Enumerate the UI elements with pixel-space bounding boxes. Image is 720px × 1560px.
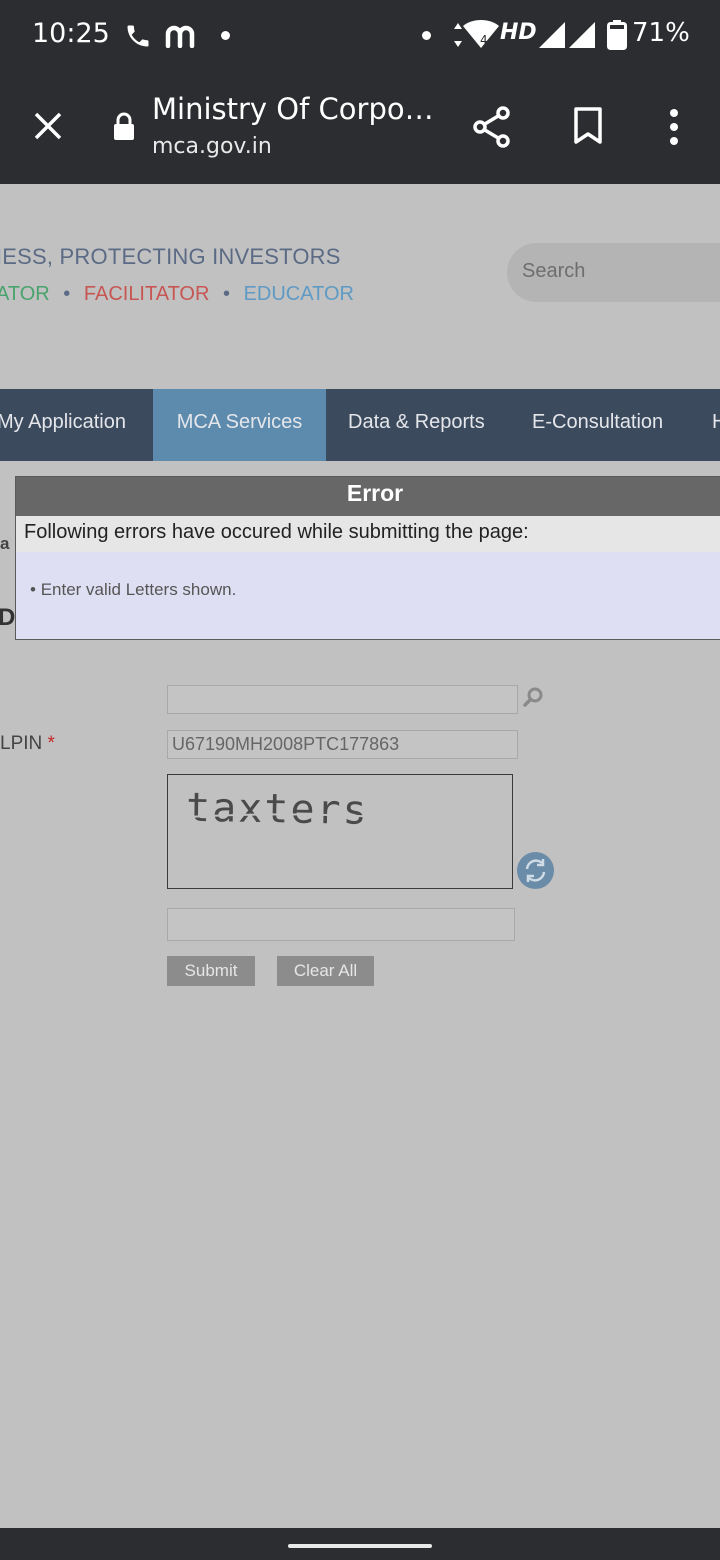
signal-icon <box>539 22 565 48</box>
llpin-input[interactable]: U67190MH2008PTC177863 <box>167 730 518 759</box>
nav-my-application[interactable]: My Application <box>0 389 148 461</box>
refresh-captcha-icon[interactable] <box>516 851 555 890</box>
network-type: HD <box>500 20 537 45</box>
role-regulator: ATOR <box>0 283 50 305</box>
required-mark: * <box>47 733 55 754</box>
wifi-icon: 4 <box>454 20 499 48</box>
site-search-input[interactable]: Search <box>507 243 720 302</box>
status-time: 10:25 <box>32 18 110 49</box>
role-separator: • <box>63 283 71 305</box>
site-tagline: IESS, PROTECTING INVESTORS <box>0 244 341 269</box>
captcha-text: taxters <box>186 785 369 834</box>
role-separator: • <box>223 283 231 305</box>
dot-icon <box>221 31 230 40</box>
error-list-item: • Enter valid Letters shown. <box>30 580 237 599</box>
role-educator: EDUCATOR <box>243 283 354 305</box>
captcha-image: taxters <box>167 774 513 889</box>
battery-percent: 71% <box>632 18 690 48</box>
bookmark-icon[interactable] <box>572 106 604 146</box>
error-title: Error <box>16 477 720 516</box>
close-icon[interactable] <box>32 110 64 142</box>
captcha-graphic: taxters <box>186 785 419 834</box>
lock-icon <box>114 112 134 140</box>
navigation-bar <box>0 1528 720 1560</box>
company-search-input[interactable] <box>167 685 518 714</box>
nav-e-consultation[interactable]: E-Consultation <box>532 389 663 461</box>
svg-text:4: 4 <box>480 33 488 47</box>
page-title[interactable]: Ministry Of Corpo… <box>152 92 432 126</box>
llpin-label: LPIN * <box>0 733 55 755</box>
status-bar: 10:25 4 HD 71% <box>0 0 720 72</box>
llpin-label-text: LPIN <box>0 733 43 754</box>
phone-icon <box>127 25 149 47</box>
signal-icon <box>569 22 595 48</box>
app-m-icon <box>165 25 195 48</box>
side-label-fragment: a <box>0 534 10 553</box>
nav-mca-services[interactable]: MCA Services <box>153 389 326 461</box>
search-placeholder: Search <box>522 260 586 282</box>
dot-icon <box>422 31 431 40</box>
nav-more[interactable]: H <box>712 389 720 461</box>
error-text: Enter valid Letters shown. <box>40 580 237 599</box>
role-facilitator: FACILITATOR <box>83 283 210 305</box>
clear-all-button[interactable]: Clear All <box>277 956 374 986</box>
error-dialog: Error Following errors have occured whil… <box>15 476 720 640</box>
error-message: Following errors have occured while subm… <box>16 516 720 552</box>
site-roles: ATOR • FACILITATOR • EDUCATOR <box>0 283 354 306</box>
page-url[interactable]: mca.gov.in <box>152 134 272 159</box>
more-icon[interactable] <box>664 108 684 148</box>
main-nav: My Application MCA Services Data & Repor… <box>0 389 720 461</box>
search-icon[interactable] <box>522 686 544 708</box>
battery-icon <box>607 20 627 50</box>
share-icon[interactable] <box>472 106 512 148</box>
nav-data-reports[interactable]: Data & Reports <box>348 389 485 461</box>
home-gesture-handle[interactable] <box>288 1544 432 1548</box>
captcha-input[interactable] <box>167 908 515 941</box>
submit-button[interactable]: Submit <box>167 956 255 986</box>
browser-toolbar: Ministry Of Corpo… mca.gov.in <box>0 72 720 184</box>
